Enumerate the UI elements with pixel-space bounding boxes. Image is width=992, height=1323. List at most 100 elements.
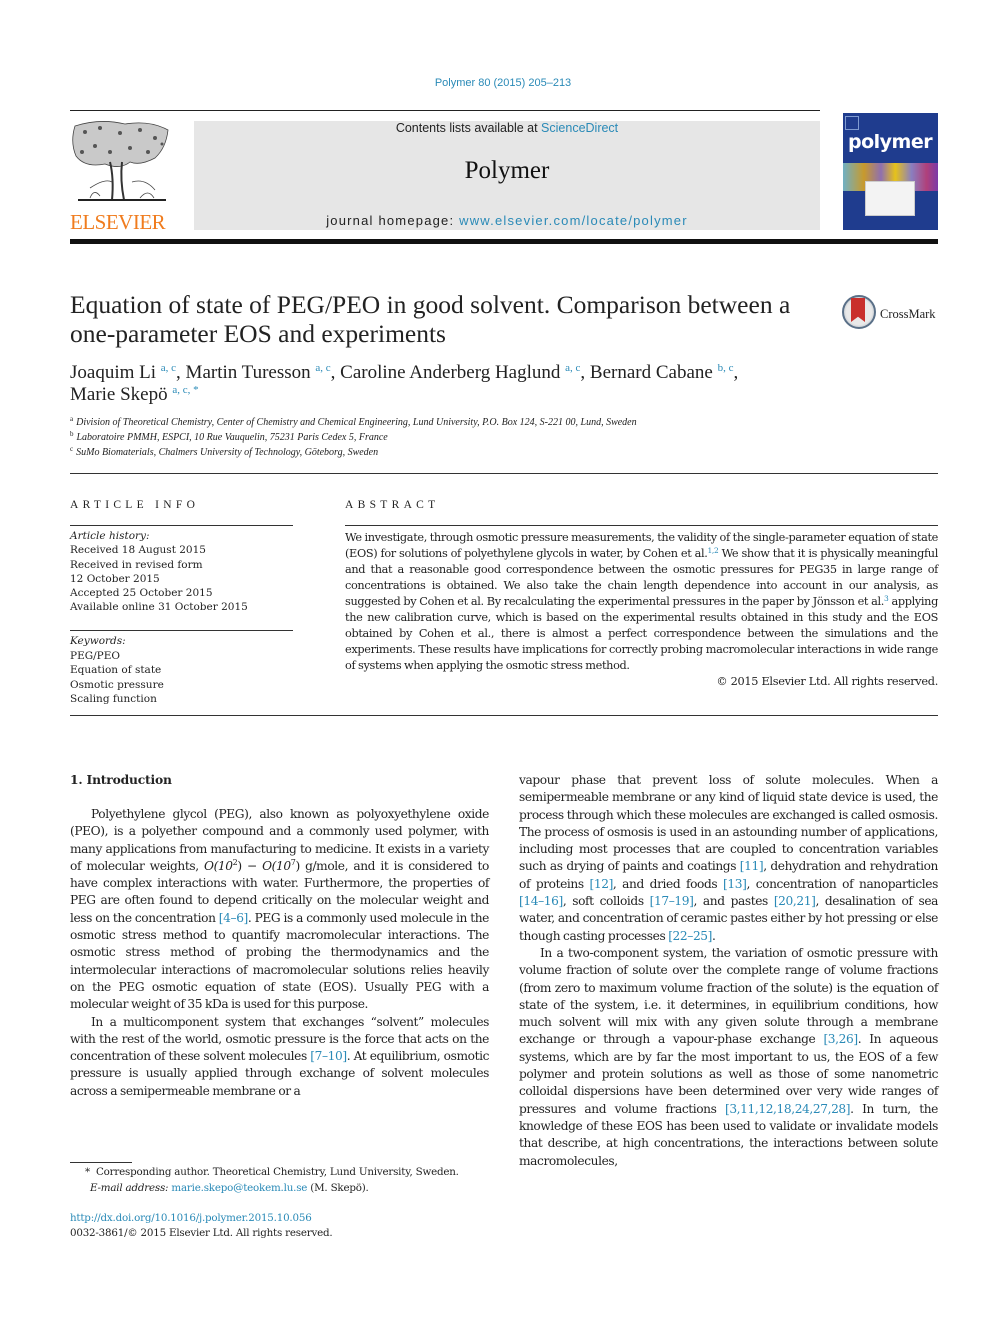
paragraph: vapour phase that prevent loss of solute… [519,772,938,945]
text-segment: . [712,928,716,943]
doi-link[interactable]: http://dx.doi.org/10.1016/j.polymer.2015… [70,1211,312,1226]
citation-link[interactable]: [12] [590,877,614,891]
citation-link[interactable]: [22–25] [668,929,712,943]
crossmark-button[interactable]: CrossMark [840,294,940,334]
journal-name: Polymer [464,157,550,184]
elsevier-tree-icon [70,118,170,210]
email-label: E-mail address: [90,1181,172,1194]
cover-figure-icon [865,181,915,216]
article-history: Article history: Received 18 August 2015… [70,529,295,615]
author-separator: , [580,362,590,383]
author-affiliation-ref[interactable]: b, c [718,362,734,374]
author-name: Bernard Cabane [589,362,713,383]
keyword-item: Scaling function [70,693,157,705]
text-segment: . PEG is a commonly used molecule in the… [70,910,489,1012]
citation-link[interactable]: [11] [740,859,764,873]
footnote-text: Corresponding author. Theoretical Chemis… [96,1166,459,1178]
citation-link[interactable]: [17–19] [650,894,694,908]
affiliation-text: Laboratoire PMMH, ESPCI, 10 Rue Vauqueli… [76,432,388,443]
keywords-rule [70,630,293,631]
keyword-item: Osmotic pressure [70,678,164,691]
math-term: O(10 [262,858,291,873]
history-item: 12 October 2015 [70,572,160,585]
citation-link[interactable]: [4–6] [219,911,249,925]
text-segment: , soft colloids [562,894,650,909]
citation-link[interactable]: [13] [723,877,747,891]
history-label: Article history: [70,530,150,542]
author-name: Martin Turesson [185,362,311,383]
text-segment: ) − [237,858,263,873]
author-affiliation-ref[interactable]: a, c [161,362,176,374]
abstract-ref[interactable]: 1,2 [707,546,718,555]
header-rule [70,110,820,111]
elsevier-wordmark: ELSEVIER [70,210,166,234]
author-name: Marie Skepö [70,384,168,405]
text-segment: , concentration of nanoparticles [746,876,938,891]
contents-prefix: Contents lists available at [395,121,542,135]
cover-title: polymer [848,131,933,153]
keywords: Keywords: PEG/PEO Equation of state Osmo… [70,634,295,707]
author-affiliation-ref[interactable]: a, c [315,362,330,374]
corresponding-author-footnote: * Corresponding author. Theoretical Chemi… [70,1165,490,1196]
affiliation-key: a [70,415,74,423]
affiliation-text: SuMo Biomaterials, Chalmers University o… [76,447,379,458]
paragraph: Polyethylene glycol (PEG), also known as… [70,806,489,1014]
affiliation-list: a Division of Theoretical Chemistry, Cent… [70,415,930,460]
citation-link[interactable]: [7–10] [310,1049,347,1063]
issn-copyright: 0032-3861/© 2015 Elsevier Ltd. All right… [70,1227,333,1239]
keywords-label: Keywords: [70,635,126,647]
footnote-star: * [85,1166,90,1178]
citation-link[interactable]: [14–16] [519,894,563,908]
header-thick-rule [70,239,938,244]
homepage-prefix: journal homepage: [326,213,460,228]
author-separator: , [733,362,739,383]
citation-link[interactable]: [20,21] [774,894,816,908]
author-separator: , [330,362,341,383]
affiliation-rule [70,473,938,474]
abstract-rule [345,525,938,526]
section-heading: 1. Introduction [70,772,172,787]
journal-citation[interactable]: Polymer 80 (2015) 205–213 [0,77,992,89]
author-separator: , [176,362,186,383]
homepage-line: journal homepage: www.elsevier.com/locat… [194,213,820,228]
affiliation-item: c SuMo Biomaterials, Chalmers University … [70,445,930,460]
journal-homepage-link[interactable]: www.elsevier.com/locate/polymer [459,213,688,228]
sciencedirect-link[interactable]: ScienceDirect [541,121,618,135]
citation-link[interactable]: [3,11,12,18,24,27,28] [725,1102,851,1116]
history-item: Received 18 August 2015 [70,544,206,557]
author-name: Joaquim Li [70,362,157,383]
keyword-item: Equation of state [70,664,162,676]
author-affiliation-ref[interactable]: a, c, * [172,384,198,396]
email-link[interactable]: marie.skepo@teokem.lu.se [171,1182,307,1194]
affiliation-item: a Division of Theoretical Chemistry, Cent… [70,415,930,430]
keyword-item: PEG/PEO [70,649,120,662]
crossmark-label: CrossMark [880,307,936,321]
paragraph: In a multicomponent system that exchange… [70,1014,489,1100]
math-term: O(10 [203,858,233,873]
email-suffix: (M. Skepö). [307,1181,369,1194]
abstract-copyright: © 2015 Elsevier Ltd. All rights reserved… [716,675,938,688]
author-name: Caroline Anderberg Haglund [340,362,561,383]
citation-link[interactable]: [3,26] [823,1032,858,1046]
contents-line: Contents lists available at ScienceDirec… [194,121,820,135]
history-item: Received in revised form [70,558,203,571]
affiliation-item: b Laboratoire PMMH, ESPCI, 10 Rue Vauquel… [70,430,930,445]
journal-header-box: Contents lists available at ScienceDirec… [194,121,820,230]
history-item: Available online 31 October 2015 [70,601,248,614]
affiliation-key: b [70,430,74,438]
affiliation-text: Division of Theoretical Chemistry, Cente… [76,417,637,428]
article-title: Equation of state of PEG/PEO in good sol… [70,290,791,348]
affiliation-key: c [70,445,74,453]
text-segment: , and dried foods [612,876,724,891]
footnote-rule [70,1162,132,1163]
abstract-text: We investigate, through osmotic pressure… [345,530,938,674]
elsevier-logo[interactable]: ELSEVIER [70,118,172,234]
abstract-bottom-rule [70,715,938,716]
history-item: Accepted 25 October 2015 [70,587,213,600]
cover-elsevier-badge-icon [845,116,859,130]
journal-cover[interactable]: polymer [843,113,938,230]
body-column-right: vapour phase that prevent loss of solute… [519,772,938,1170]
author-affiliation-ref[interactable]: a, c [565,362,580,374]
article-info-rule [70,525,293,526]
author-list: Joaquim Li a, c, Martin Turesson a, c, C… [70,362,930,406]
